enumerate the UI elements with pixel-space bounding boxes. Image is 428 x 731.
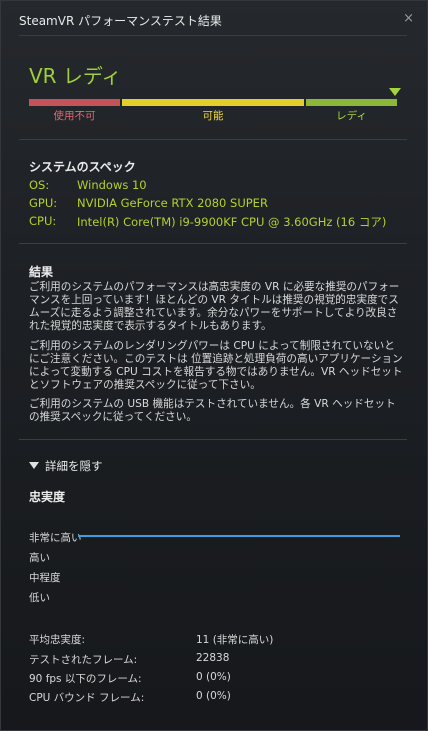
specs-title: システムのスペック [29, 160, 136, 174]
spec-key-cpu: CPU: [29, 214, 57, 228]
bar-segment-ready [306, 99, 397, 106]
hide-details-toggle[interactable]: 詳細を隠す [29, 458, 103, 474]
results-paragraph-performance: ご利用のシステムのパフォーマンスは高忠実度の VR に必要な推奨のパフォーマンス… [29, 281, 400, 332]
section-divider [19, 139, 407, 140]
result-marker-icon [389, 88, 401, 96]
fidelity-level-medium: 中程度 [29, 572, 61, 584]
fidelity-level-low: 低い [29, 592, 50, 604]
spec-value-gpu: NVIDIA GeForce RTX 2080 SUPER [77, 196, 268, 210]
stat-value: 22838 [196, 652, 230, 664]
stat-key: 90 fps 以下のフレーム: [29, 673, 142, 685]
stat-key: テストされたフレーム: [29, 654, 138, 666]
fidelity-title: 忠実度 [29, 490, 66, 504]
spec-key-gpu: GPU: [29, 196, 58, 210]
section-divider [19, 243, 407, 244]
stat-key: CPU バウンド フレーム: [29, 692, 145, 704]
stat-value: 0 (0%) [196, 671, 231, 683]
bar-label-not-ready: 使用不可 [53, 110, 96, 122]
vr-ready-status: VR レディ [29, 64, 122, 88]
title-bar: SteamVR パフォーマンステスト結果 × [1, 1, 427, 35]
results-title: 結果 [29, 265, 54, 279]
bar-label-ready: レディ [336, 110, 367, 122]
performance-test-window: SteamVR パフォーマンステスト結果 × VR レディ 使用不可 可能 レデ… [0, 0, 428, 731]
stat-value: 11 (非常に高い) [196, 634, 274, 646]
spec-value-os: Windows 10 [77, 178, 147, 192]
spec-value-cpu: Intel(R) Core(TM) i9-9900KF CPU @ 3.60GH… [77, 215, 387, 229]
collapse-triangle-icon [29, 462, 39, 469]
bar-segment-not-ready [29, 99, 120, 106]
stat-value: 0 (0%) [196, 690, 231, 702]
close-icon[interactable]: × [403, 11, 414, 26]
results-paragraph-cpu: ご利用のシステムのレンダリングパワーは CPU によって制限されていないとにご注… [29, 340, 403, 391]
bar-label-capable: 可能 [202, 110, 224, 122]
results-paragraph-usb: ご利用のシステムの USB 機能はテストされていません。各 VR ヘッドセットの… [29, 398, 396, 423]
fidelity-level-very-high: 非常に高い [29, 532, 82, 544]
fidelity-graph-line [78, 535, 400, 537]
spec-key-os: OS: [29, 178, 50, 192]
title-divider [19, 35, 407, 36]
fidelity-level-high: 高い [29, 552, 50, 564]
window-title: SteamVR パフォーマンステスト結果 [19, 14, 222, 28]
hide-details-label: 詳細を隠す [45, 459, 103, 473]
section-divider [19, 439, 407, 440]
bar-segment-capable [122, 99, 304, 106]
stat-key: 平均忠実度: [29, 634, 86, 646]
